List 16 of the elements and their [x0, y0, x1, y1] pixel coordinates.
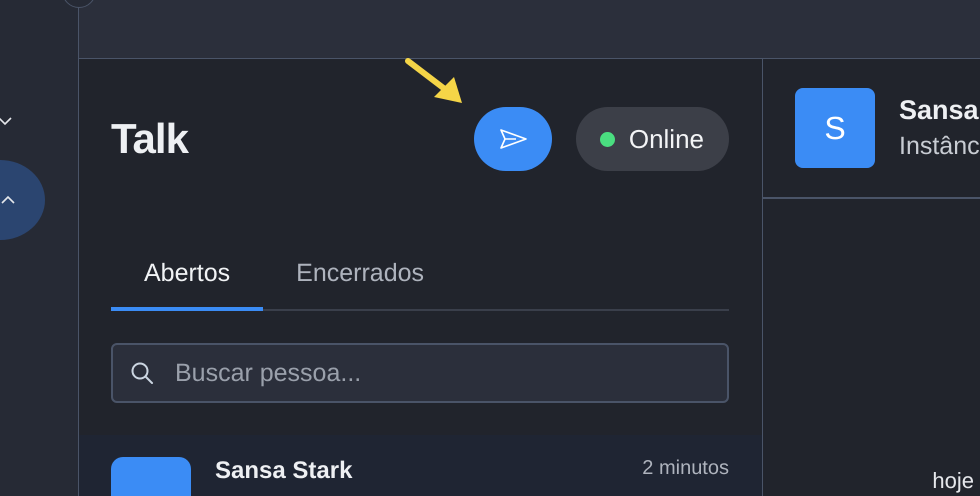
conversation-item[interactable]: Sansa Stark 2 minutos — [79, 435, 762, 496]
status-label: Online — [628, 124, 704, 154]
chevron-up-icon — [1, 195, 15, 205]
send-icon — [498, 128, 528, 150]
instance-label: Instânc — [899, 132, 980, 161]
status-pill[interactable]: Online — [576, 107, 729, 171]
chevron-down-icon — [0, 116, 12, 126]
panel-title: Talk — [111, 115, 190, 163]
tab[interactable]: Abertos — [111, 247, 264, 311]
contact-name: Sansa — [899, 95, 980, 126]
avatar: S — [795, 88, 875, 168]
tab[interactable]: Encerrados — [263, 247, 458, 311]
message-time: 2 minutos — [642, 457, 729, 480]
date-label: hoje — [932, 468, 974, 494]
search-field[interactable]: Buscar pessoa... — [111, 343, 729, 403]
contact-name: Sansa Stark — [215, 457, 354, 485]
